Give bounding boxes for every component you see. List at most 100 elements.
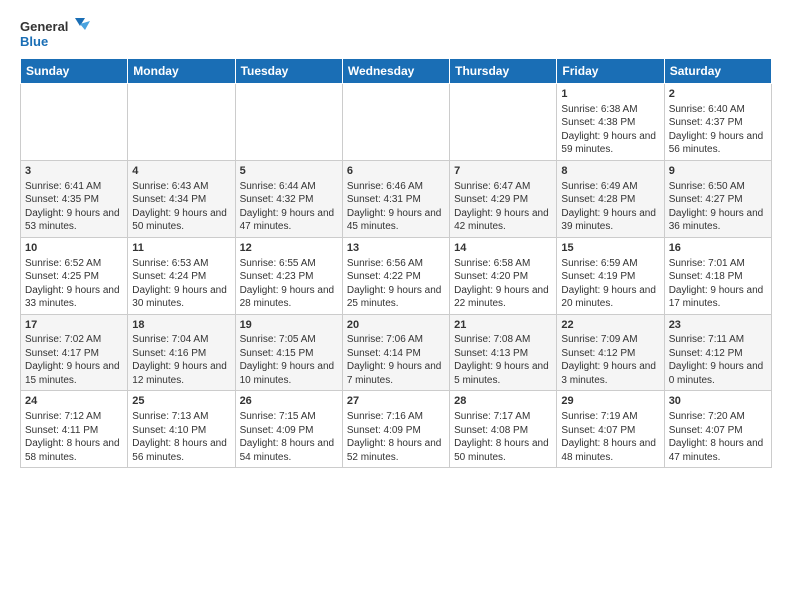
cell-content: Sunrise: 6:58 AM Sunset: 4:20 PM Dayligh…	[454, 257, 552, 311]
calendar-cell: 28Sunrise: 7:17 AM Sunset: 4:08 PM Dayli…	[450, 391, 557, 468]
day-number: 15	[561, 241, 659, 256]
calendar-cell: 15Sunrise: 6:59 AM Sunset: 4:19 PM Dayli…	[557, 237, 664, 314]
calendar-cell: 19Sunrise: 7:05 AM Sunset: 4:15 PM Dayli…	[235, 314, 342, 391]
cell-content: Sunrise: 7:06 AM Sunset: 4:14 PM Dayligh…	[347, 333, 445, 387]
calendar-week-row: 24Sunrise: 7:12 AM Sunset: 4:11 PM Dayli…	[21, 391, 772, 468]
day-number: 2	[669, 87, 767, 102]
calendar-cell: 13Sunrise: 6:56 AM Sunset: 4:22 PM Dayli…	[342, 237, 449, 314]
day-number: 26	[240, 394, 338, 409]
calendar-cell	[450, 84, 557, 161]
calendar-cell: 24Sunrise: 7:12 AM Sunset: 4:11 PM Dayli…	[21, 391, 128, 468]
calendar-week-row: 10Sunrise: 6:52 AM Sunset: 4:25 PM Dayli…	[21, 237, 772, 314]
day-number: 11	[132, 241, 230, 256]
calendar-cell	[21, 84, 128, 161]
day-number: 29	[561, 394, 659, 409]
day-number: 13	[347, 241, 445, 256]
cell-content: Sunrise: 6:52 AM Sunset: 4:25 PM Dayligh…	[25, 257, 123, 311]
calendar-cell: 25Sunrise: 7:13 AM Sunset: 4:10 PM Dayli…	[128, 391, 235, 468]
calendar-week-row: 1Sunrise: 6:38 AM Sunset: 4:38 PM Daylig…	[21, 84, 772, 161]
day-number: 8	[561, 164, 659, 179]
page: General Blue SundayMondayTuesdayWednesda…	[0, 0, 792, 478]
cell-content: Sunrise: 6:40 AM Sunset: 4:37 PM Dayligh…	[669, 103, 767, 157]
day-number: 12	[240, 241, 338, 256]
day-number: 1	[561, 87, 659, 102]
day-number: 21	[454, 318, 552, 333]
calendar-cell: 23Sunrise: 7:11 AM Sunset: 4:12 PM Dayli…	[664, 314, 771, 391]
calendar-cell: 7Sunrise: 6:47 AM Sunset: 4:29 PM Daylig…	[450, 160, 557, 237]
cell-content: Sunrise: 6:47 AM Sunset: 4:29 PM Dayligh…	[454, 180, 552, 234]
calendar-cell: 21Sunrise: 7:08 AM Sunset: 4:13 PM Dayli…	[450, 314, 557, 391]
day-number: 23	[669, 318, 767, 333]
calendar-cell: 3Sunrise: 6:41 AM Sunset: 4:35 PM Daylig…	[21, 160, 128, 237]
weekday-header-tuesday: Tuesday	[235, 59, 342, 84]
cell-content: Sunrise: 7:11 AM Sunset: 4:12 PM Dayligh…	[669, 333, 767, 387]
calendar-cell: 2Sunrise: 6:40 AM Sunset: 4:37 PM Daylig…	[664, 84, 771, 161]
cell-content: Sunrise: 6:50 AM Sunset: 4:27 PM Dayligh…	[669, 180, 767, 234]
logo: General Blue	[20, 16, 90, 52]
calendar-cell: 11Sunrise: 6:53 AM Sunset: 4:24 PM Dayli…	[128, 237, 235, 314]
calendar-cell: 18Sunrise: 7:04 AM Sunset: 4:16 PM Dayli…	[128, 314, 235, 391]
cell-content: Sunrise: 7:20 AM Sunset: 4:07 PM Dayligh…	[669, 410, 767, 464]
cell-content: Sunrise: 6:59 AM Sunset: 4:19 PM Dayligh…	[561, 257, 659, 311]
cell-content: Sunrise: 6:43 AM Sunset: 4:34 PM Dayligh…	[132, 180, 230, 234]
cell-content: Sunrise: 7:17 AM Sunset: 4:08 PM Dayligh…	[454, 410, 552, 464]
logo-svg: General Blue	[20, 16, 90, 52]
cell-content: Sunrise: 7:05 AM Sunset: 4:15 PM Dayligh…	[240, 333, 338, 387]
weekday-header-thursday: Thursday	[450, 59, 557, 84]
cell-content: Sunrise: 6:44 AM Sunset: 4:32 PM Dayligh…	[240, 180, 338, 234]
day-number: 24	[25, 394, 123, 409]
cell-content: Sunrise: 7:02 AM Sunset: 4:17 PM Dayligh…	[25, 333, 123, 387]
cell-content: Sunrise: 7:19 AM Sunset: 4:07 PM Dayligh…	[561, 410, 659, 464]
calendar-cell	[235, 84, 342, 161]
calendar-cell: 30Sunrise: 7:20 AM Sunset: 4:07 PM Dayli…	[664, 391, 771, 468]
day-number: 19	[240, 318, 338, 333]
cell-content: Sunrise: 7:16 AM Sunset: 4:09 PM Dayligh…	[347, 410, 445, 464]
day-number: 22	[561, 318, 659, 333]
calendar-table: SundayMondayTuesdayWednesdayThursdayFrid…	[20, 58, 772, 468]
day-number: 4	[132, 164, 230, 179]
calendar-cell: 27Sunrise: 7:16 AM Sunset: 4:09 PM Dayli…	[342, 391, 449, 468]
calendar-body: 1Sunrise: 6:38 AM Sunset: 4:38 PM Daylig…	[21, 84, 772, 468]
calendar-cell: 16Sunrise: 7:01 AM Sunset: 4:18 PM Dayli…	[664, 237, 771, 314]
cell-content: Sunrise: 6:55 AM Sunset: 4:23 PM Dayligh…	[240, 257, 338, 311]
calendar-cell: 5Sunrise: 6:44 AM Sunset: 4:32 PM Daylig…	[235, 160, 342, 237]
day-number: 6	[347, 164, 445, 179]
day-number: 3	[25, 164, 123, 179]
calendar-cell: 9Sunrise: 6:50 AM Sunset: 4:27 PM Daylig…	[664, 160, 771, 237]
calendar-cell: 29Sunrise: 7:19 AM Sunset: 4:07 PM Dayli…	[557, 391, 664, 468]
cell-content: Sunrise: 7:12 AM Sunset: 4:11 PM Dayligh…	[25, 410, 123, 464]
calendar-cell: 12Sunrise: 6:55 AM Sunset: 4:23 PM Dayli…	[235, 237, 342, 314]
calendar-cell: 26Sunrise: 7:15 AM Sunset: 4:09 PM Dayli…	[235, 391, 342, 468]
cell-content: Sunrise: 7:09 AM Sunset: 4:12 PM Dayligh…	[561, 333, 659, 387]
day-number: 27	[347, 394, 445, 409]
weekday-header-monday: Monday	[128, 59, 235, 84]
day-number: 9	[669, 164, 767, 179]
calendar-cell: 14Sunrise: 6:58 AM Sunset: 4:20 PM Dayli…	[450, 237, 557, 314]
day-number: 17	[25, 318, 123, 333]
calendar-cell	[342, 84, 449, 161]
day-number: 20	[347, 318, 445, 333]
calendar-cell: 1Sunrise: 6:38 AM Sunset: 4:38 PM Daylig…	[557, 84, 664, 161]
weekday-header-sunday: Sunday	[21, 59, 128, 84]
calendar-week-row: 3Sunrise: 6:41 AM Sunset: 4:35 PM Daylig…	[21, 160, 772, 237]
calendar-cell: 17Sunrise: 7:02 AM Sunset: 4:17 PM Dayli…	[21, 314, 128, 391]
cell-content: Sunrise: 6:53 AM Sunset: 4:24 PM Dayligh…	[132, 257, 230, 311]
weekday-header-friday: Friday	[557, 59, 664, 84]
calendar-cell: 10Sunrise: 6:52 AM Sunset: 4:25 PM Dayli…	[21, 237, 128, 314]
cell-content: Sunrise: 6:49 AM Sunset: 4:28 PM Dayligh…	[561, 180, 659, 234]
day-number: 18	[132, 318, 230, 333]
day-number: 14	[454, 241, 552, 256]
calendar-cell: 4Sunrise: 6:43 AM Sunset: 4:34 PM Daylig…	[128, 160, 235, 237]
day-number: 28	[454, 394, 552, 409]
cell-content: Sunrise: 7:01 AM Sunset: 4:18 PM Dayligh…	[669, 257, 767, 311]
calendar-cell: 20Sunrise: 7:06 AM Sunset: 4:14 PM Dayli…	[342, 314, 449, 391]
cell-content: Sunrise: 7:13 AM Sunset: 4:10 PM Dayligh…	[132, 410, 230, 464]
cell-content: Sunrise: 7:08 AM Sunset: 4:13 PM Dayligh…	[454, 333, 552, 387]
cell-content: Sunrise: 6:46 AM Sunset: 4:31 PM Dayligh…	[347, 180, 445, 234]
day-number: 25	[132, 394, 230, 409]
day-number: 16	[669, 241, 767, 256]
logo-blue-text: Blue	[20, 34, 48, 49]
weekday-header-saturday: Saturday	[664, 59, 771, 84]
weekday-header-row: SundayMondayTuesdayWednesdayThursdayFrid…	[21, 59, 772, 84]
calendar-cell: 8Sunrise: 6:49 AM Sunset: 4:28 PM Daylig…	[557, 160, 664, 237]
